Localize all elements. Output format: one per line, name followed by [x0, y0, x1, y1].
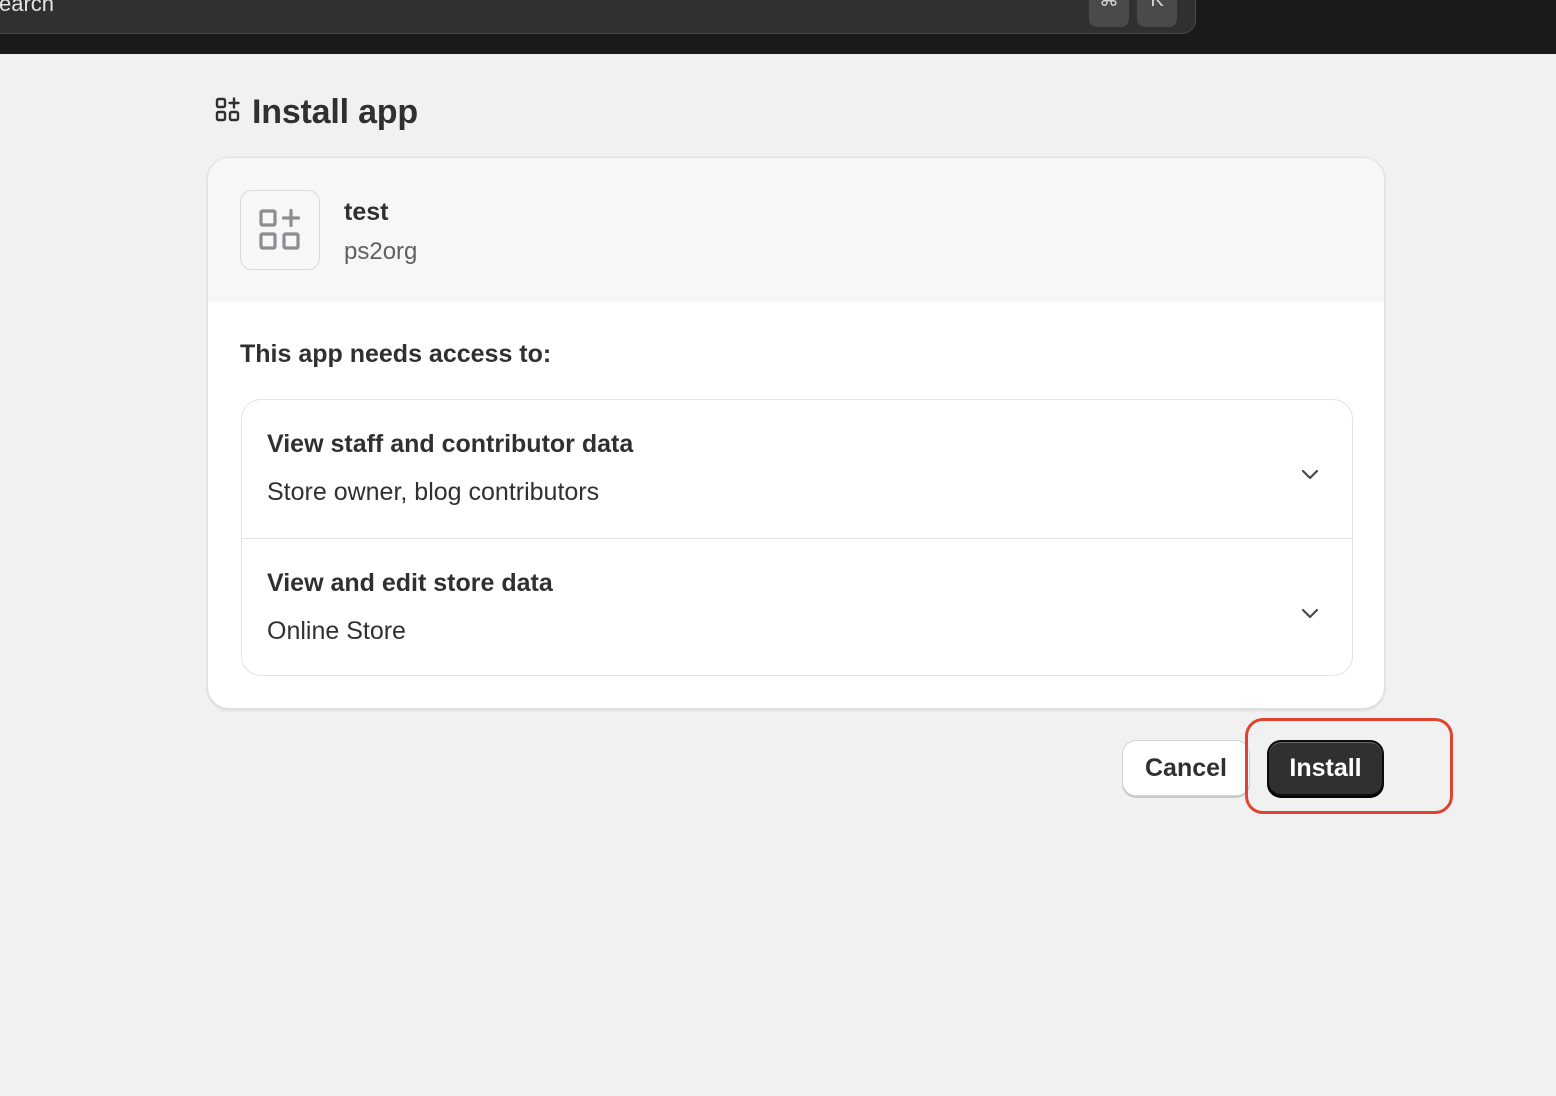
apps-add-icon [214, 96, 242, 129]
permission-list: View staff and contributor data Store ow… [241, 399, 1353, 676]
k-key-hint: K [1137, 0, 1177, 27]
app-icon [240, 190, 320, 270]
app-developer: ps2org [344, 238, 418, 265]
cancel-button[interactable]: Cancel [1122, 740, 1250, 796]
permission-description: Store owner, blog contributors [267, 478, 600, 506]
permission-staff-data[interactable]: View staff and contributor data Store ow… [242, 400, 1352, 538]
chevron-down-icon[interactable] [1298, 601, 1322, 625]
app-summary: test ps2org [208, 158, 1384, 302]
install-button-highlight [1245, 718, 1453, 814]
permission-title: View staff and contributor data [267, 430, 634, 458]
permission-description: Online Store [267, 617, 406, 645]
app-name: test [344, 198, 389, 226]
search-bar[interactable]: earch ⌘ K [0, 0, 1196, 34]
chevron-down-icon[interactable] [1298, 462, 1322, 486]
page-title: Install app [252, 92, 418, 131]
permission-title: View and edit store data [267, 569, 553, 597]
permission-store-data[interactable]: View and edit store data Online Store [242, 538, 1352, 675]
apps-add-icon [259, 208, 301, 250]
install-app-card: test ps2org This app needs access to: Vi… [207, 157, 1385, 709]
access-heading: This app needs access to: [240, 340, 552, 368]
command-key-hint: ⌘ [1089, 0, 1129, 27]
search-placeholder: earch [0, 0, 55, 16]
page-header: Install app [214, 92, 418, 132]
top-bar: earch ⌘ K [0, 0, 1556, 54]
